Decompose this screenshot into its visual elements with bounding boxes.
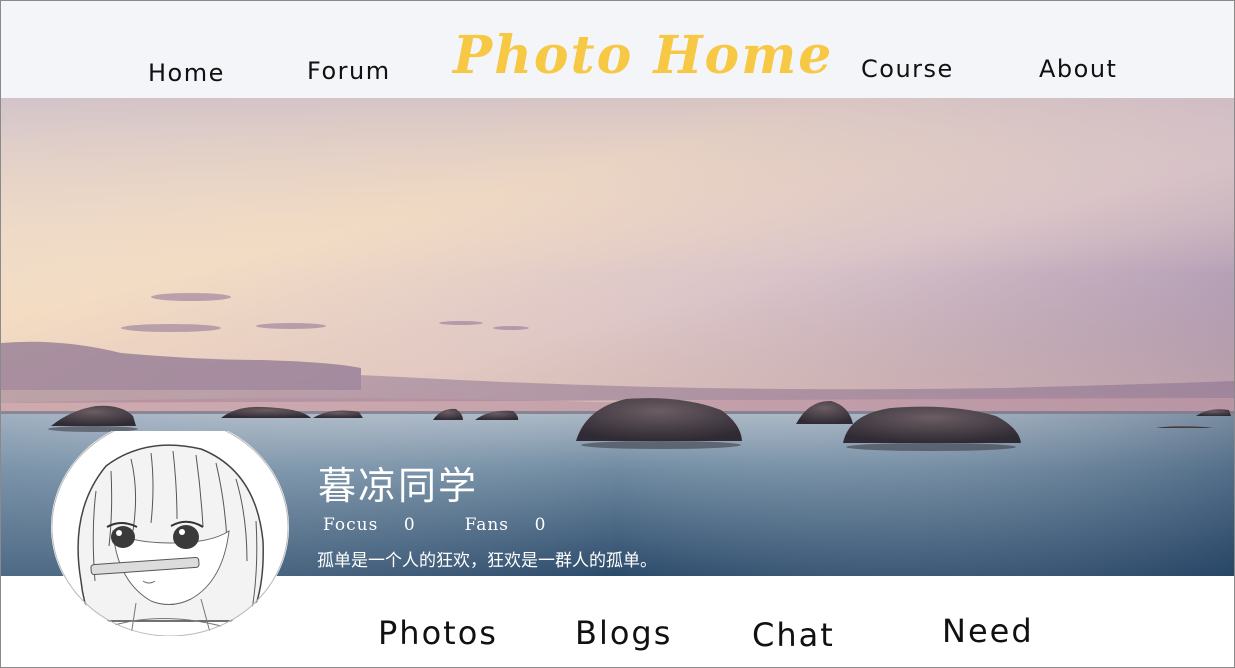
profile-motto: 孤单是一个人的狂欢，狂欢是一群人的孤单。 (317, 551, 657, 571)
tab-need[interactable]: Need (942, 612, 1034, 650)
nav-about-link[interactable]: About (1039, 55, 1117, 83)
nav-home-link[interactable]: Home (148, 59, 225, 87)
nav-course-link[interactable]: Course (861, 55, 954, 83)
focus-count: 0 (403, 515, 416, 535)
fans-label[interactable]: Fans (465, 515, 509, 535)
brand-logo[interactable]: Photo Home (453, 25, 833, 86)
focus-label[interactable]: Focus (323, 515, 378, 535)
top-navigation: Home Forum Photo Home Course About (1, 1, 1234, 98)
avatar[interactable] (51, 417, 289, 637)
avatar-illustration (51, 417, 289, 637)
profile-name: 暮凉同学 (318, 464, 479, 508)
page-frame: Home Forum Photo Home Course About Photo… (0, 0, 1235, 668)
fans-count: 0 (534, 515, 547, 535)
tab-photos[interactable]: Photos (378, 614, 498, 652)
tab-chat[interactable]: Chat (752, 616, 835, 654)
profile-stats: Focus 0 Fans 0 (323, 515, 546, 535)
nav-forum-link[interactable]: Forum (307, 57, 391, 85)
tab-blogs[interactable]: Blogs (575, 614, 672, 652)
